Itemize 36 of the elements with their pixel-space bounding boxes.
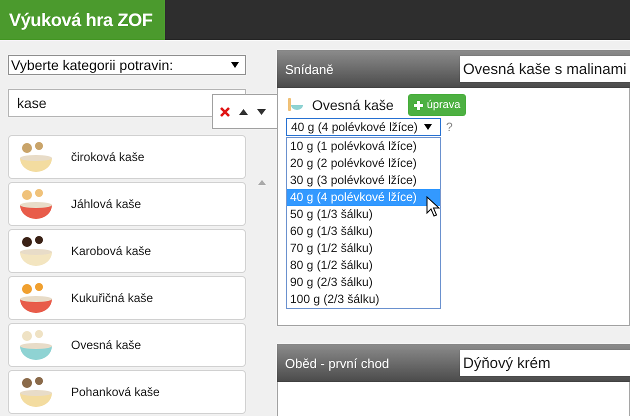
help-mark[interactable]: ? [446, 118, 453, 134]
dish-name-field[interactable]: Dýňový krém [460, 350, 630, 376]
food-list-item[interactable]: Pohanková kaše [8, 370, 246, 414]
close-icon[interactable] [220, 106, 230, 116]
food-list-item[interactable]: Karobová kaše [8, 229, 246, 273]
app-title: Výuková hra ZOF [0, 0, 165, 40]
food-name: Ovesná kaše [312, 97, 394, 113]
dish-name-field[interactable]: Ovesná kaše s malinami [460, 56, 630, 82]
meal-title: Snídaně [285, 62, 334, 76]
food-list-item[interactable]: čiroková kaše [8, 135, 246, 179]
food-name: čiroková kaše [71, 150, 144, 164]
plus-icon [414, 100, 423, 110]
arrow-up-icon[interactable] [239, 108, 248, 114]
caret-icon [424, 124, 432, 130]
food-list-item[interactable]: Ovesná kaše [8, 323, 246, 367]
food-list-item[interactable]: Kukuřičná kaše [8, 276, 246, 320]
dropdown-option[interactable]: 30 g (3 polévkové lžíce) [287, 172, 440, 189]
food-name: Karobová kaše [71, 244, 152, 258]
food-name: Jáhlová kaše [71, 197, 142, 211]
food-list-item[interactable]: Jáhlová kaše [8, 182, 246, 226]
food-name: Pohanková kaše [71, 385, 160, 399]
arrow-down-icon[interactable] [257, 108, 266, 114]
meal-title: Oběd - první chod [285, 356, 390, 370]
category-select[interactable]: Vyberte kategorii potravin: [8, 55, 246, 75]
dropdown-option[interactable]: 20 g (2 polévkové lžíce) [287, 155, 440, 172]
portion-select[interactable]: 40 g (4 polévkové lžíce) [286, 118, 441, 136]
food-name: Ovesná kaše [71, 338, 142, 352]
dropdown-option[interactable]: 60 g (1/3 šálku) [287, 223, 440, 240]
dropdown-option[interactable]: 70 g (1/2 šálku) [287, 240, 440, 257]
dropdown-option[interactable]: 80 g (1/2 šálku) [287, 257, 440, 274]
bowl-icon [286, 96, 304, 114]
dropdown-option[interactable]: 90 g (2/3 šálku) [287, 274, 440, 291]
dropdown-option[interactable]: 10 g (1 polévková lžíce) [287, 138, 440, 155]
dropdown-option[interactable]: 100 g (2/3 šálku) [287, 291, 440, 308]
caret-icon [231, 62, 239, 68]
food-name: Kukuřičná kaše [71, 291, 154, 305]
